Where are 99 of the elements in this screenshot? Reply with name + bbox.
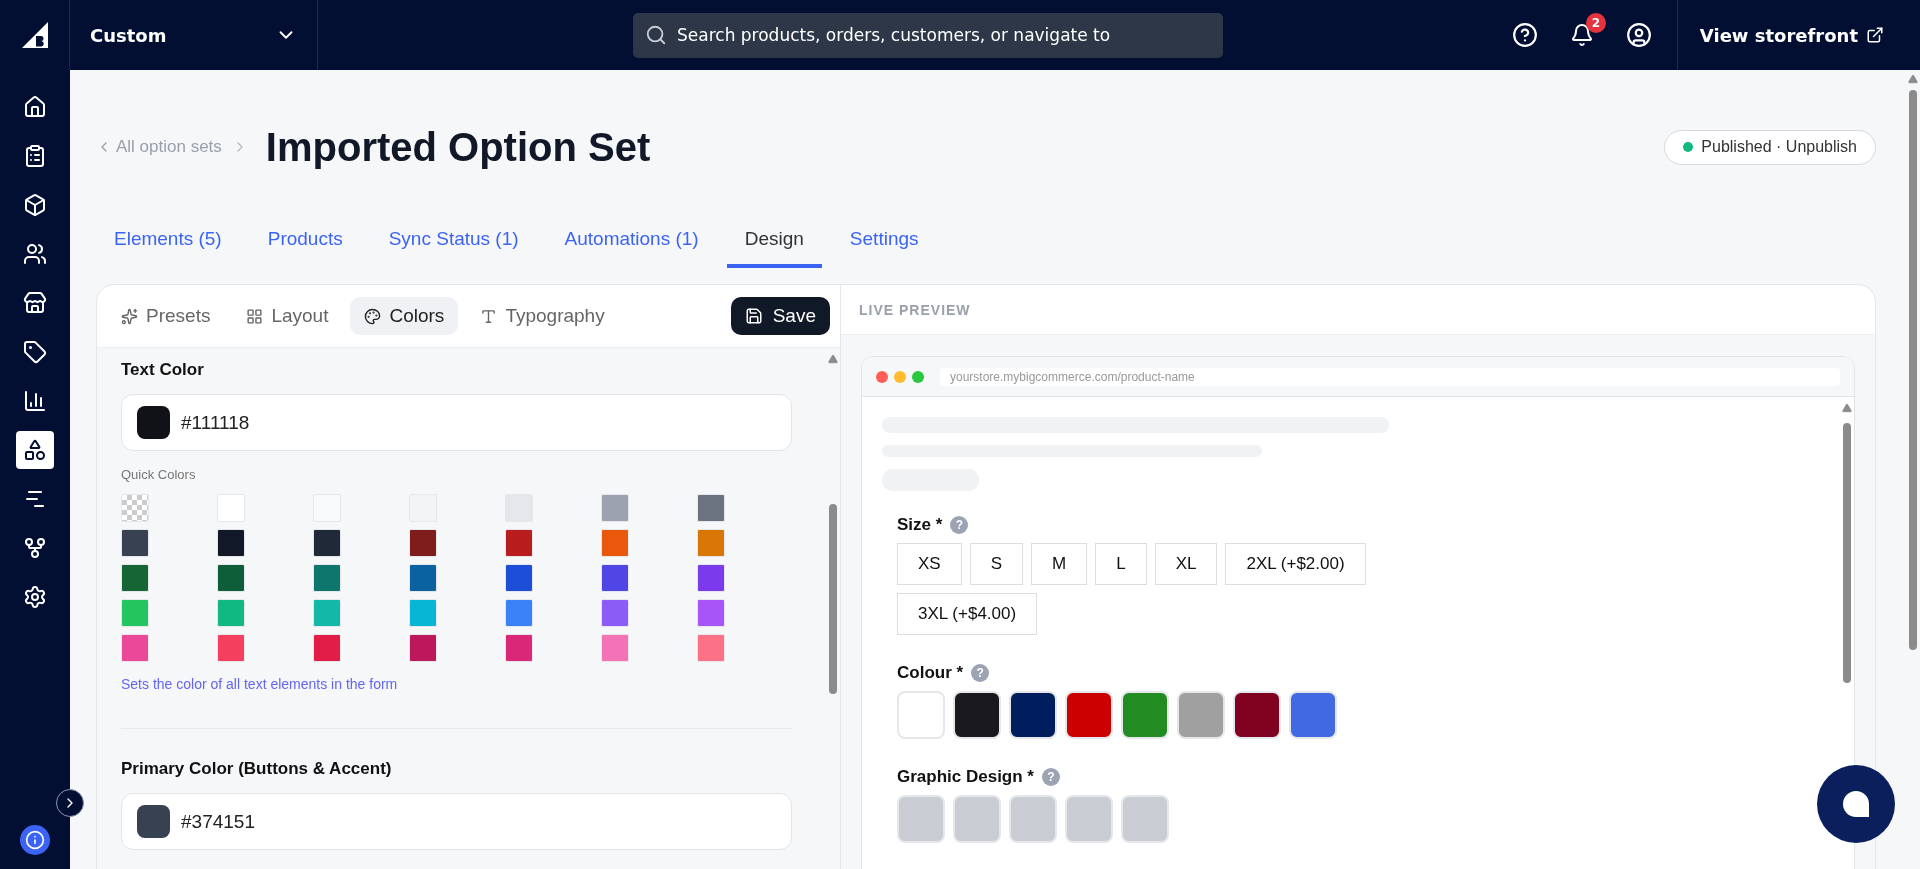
size-option[interactable]: XL [1154,543,1218,585]
color-swatch[interactable] [313,564,341,592]
color-swatch[interactable] [601,599,629,627]
scroll-up-icon[interactable] [828,354,838,364]
section-title: Primary Color (Buttons & Accent) [121,759,393,779]
window-dot-icon [894,370,906,383]
tab[interactable]: Design [726,222,822,268]
size-option[interactable]: 3XL (+$4.00) [897,593,1038,635]
colour-swatch[interactable] [953,691,1001,739]
color-swatch[interactable] [409,634,437,662]
colour-swatch[interactable] [1009,691,1057,739]
color-swatch[interactable] [505,634,533,662]
color-swatch[interactable] [217,564,245,592]
color-swatch[interactable] [409,529,437,557]
color-swatch[interactable] [217,494,245,522]
layout-icon [246,307,264,325]
tab[interactable]: Elements (5) [96,222,240,268]
color-swatch[interactable] [601,634,629,662]
color-swatch[interactable] [217,599,245,627]
color-swatch[interactable] [313,599,341,627]
colors-icon [364,307,382,325]
color-swatch[interactable] [505,599,533,627]
scrollbar-thumb[interactable] [1843,423,1851,683]
scroll-up-icon[interactable] [1908,74,1918,84]
editor-tab[interactable]: Typography [466,297,619,335]
url-bar: yourstore.mybigcommerce.com/product-name [940,367,1840,386]
size-option[interactable]: S [969,543,1024,585]
color-swatch[interactable] [601,529,629,557]
color-swatch[interactable] [697,564,725,592]
transparent-swatch[interactable] [121,494,149,522]
scrollbar-thumb[interactable] [829,504,837,694]
window-dot-icon [912,370,924,383]
store-selector[interactable]: Custom [70,0,318,70]
user-icon[interactable] [1625,22,1652,48]
bell-icon[interactable] [1569,23,1594,47]
color-swatch[interactable] [697,599,725,627]
color-swatch[interactable] [697,494,725,522]
window-dot-icon [876,370,888,383]
color-swatch[interactable] [313,634,341,662]
color-swatch[interactable] [697,529,725,557]
option-label: Size * [897,515,943,535]
colour-swatch[interactable] [1065,691,1113,739]
page-title: Imported Option Set [265,124,651,170]
color-swatch[interactable] [121,599,149,627]
search-field[interactable]: Search products, orders, customers, or navigate to [633,12,1223,58]
tab[interactable]: Products [249,222,361,268]
logo-icon[interactable] [21,22,48,48]
tab[interactable]: Settings [831,222,937,268]
color-swatch[interactable] [121,529,149,557]
presets-icon [121,307,138,325]
size-option[interactable]: L [1095,543,1147,585]
color-swatch[interactable] [313,529,341,557]
view-storefront-link[interactable]: View storefront [1676,0,1920,70]
section-title: Text Color [121,360,205,380]
color-swatch[interactable] [217,529,245,557]
notification-count: 2 [1585,13,1606,33]
expand-button[interactable] [56,789,84,817]
color-swatch[interactable] [505,564,533,592]
size-option[interactable]: 2XL (+$2.00) [1225,543,1366,585]
publish-status-button[interactable]: Published · Unpublish [1664,129,1876,165]
scrollbar-thumb[interactable] [1909,90,1917,650]
scroll-up-icon[interactable] [1842,403,1852,413]
editor-tab[interactable]: Colors [350,297,459,335]
color-preview-swatch[interactable] [137,406,170,439]
color-swatch[interactable] [121,564,149,592]
color-swatch[interactable] [601,564,629,592]
color-swatch[interactable] [409,599,437,627]
color-swatch[interactable] [505,529,533,557]
option-label: Graphic Design * [897,767,1034,787]
external-link-icon [1866,26,1884,44]
hint-text: Sets the color of all text elements in the form [121,676,399,692]
tab[interactable]: Sync Status (1) [370,222,537,268]
size-option[interactable]: M [1031,543,1088,585]
colour-swatch[interactable] [897,691,945,739]
help-icon[interactable] [1511,22,1538,48]
color-input-field[interactable]: #374151 [121,793,792,850]
size-option[interactable]: XS [897,543,962,585]
search-icon [645,23,667,46]
editor-tab[interactable]: Presets [107,297,225,335]
color-swatch[interactable] [697,634,725,662]
colour-swatch[interactable] [1289,691,1337,739]
color-swatch[interactable] [121,634,149,662]
quick-colors-label: Quick Colors [121,467,197,482]
save-button[interactable]: Save [730,297,830,335]
editor-tab[interactable]: Layout [232,297,343,335]
tab[interactable]: Automations (1) [546,222,717,268]
option-label: Colour * [897,663,964,683]
colour-swatch[interactable] [1233,691,1281,739]
info-icon[interactable] [20,825,50,855]
color-swatch[interactable] [409,564,437,592]
color-swatch[interactable] [217,634,245,662]
color-preview-swatch[interactable] [137,805,170,838]
typography-icon [480,307,498,325]
color-input-field[interactable]: #111118 [121,394,792,451]
chat-bubble-icon [1841,789,1871,819]
colour-swatch[interactable] [1121,691,1169,739]
colour-swatch[interactable] [1177,691,1225,739]
apps-nav-icon[interactable] [16,431,54,469]
color-swatch[interactable] [601,494,629,522]
